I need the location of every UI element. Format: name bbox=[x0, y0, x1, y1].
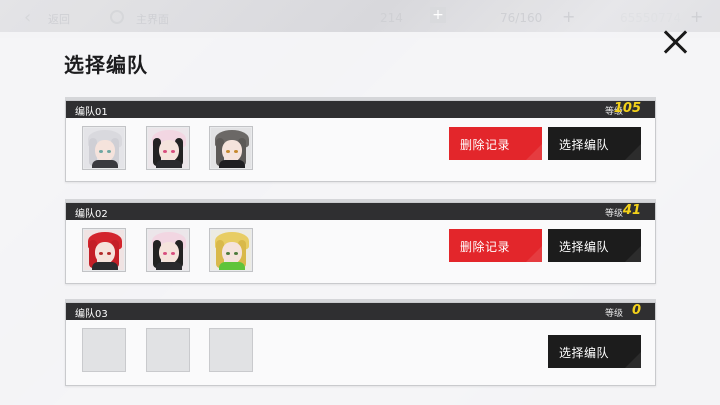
level-label: 等级 bbox=[604, 309, 623, 319]
delete-record-button[interactable]: 删除记录 bbox=[449, 229, 542, 262]
team-level: 0 bbox=[631, 303, 641, 318]
team-card-02: 编队02 等级 41 删除记录 选择编队 bbox=[65, 199, 656, 284]
button-label: 选择编队 bbox=[559, 138, 610, 152]
plus-icon[interactable]: + bbox=[690, 7, 703, 26]
select-team-button[interactable]: 选择编队 bbox=[548, 127, 641, 160]
circle-home-icon[interactable] bbox=[110, 10, 124, 24]
team-header: 编队03 等级 0 bbox=[66, 303, 655, 320]
plus-icon[interactable]: + bbox=[430, 7, 446, 23]
member-slot-2[interactable] bbox=[146, 126, 190, 170]
team-name: 编队02 bbox=[75, 209, 108, 220]
character-portrait bbox=[148, 128, 188, 168]
team-level: 41 bbox=[622, 203, 641, 218]
home-button[interactable]: 主界面 bbox=[136, 11, 169, 27]
back-button[interactable]: 返回 bbox=[48, 11, 70, 27]
character-portrait bbox=[84, 128, 124, 168]
dialog-title: 选择编队 bbox=[64, 53, 148, 77]
resource-counter-1: 214 bbox=[380, 11, 403, 25]
character-portrait bbox=[211, 230, 251, 270]
character-portrait bbox=[211, 128, 251, 168]
team-name: 编队03 bbox=[75, 309, 108, 320]
member-slot-1[interactable] bbox=[82, 228, 126, 272]
member-slot-1[interactable] bbox=[82, 126, 126, 170]
select-team-button[interactable]: 选择编队 bbox=[548, 335, 641, 368]
team-header: 编队02 等级 41 bbox=[66, 203, 655, 220]
team-header: 编队01 等级 105 bbox=[66, 101, 655, 118]
button-label: 选择编队 bbox=[559, 346, 610, 360]
character-portrait bbox=[148, 230, 188, 270]
team-card-01: 编队01 等级 105 删除记录 选择编队 bbox=[65, 97, 656, 182]
team-level: 105 bbox=[613, 101, 641, 116]
team-card-03: 编队03 等级 0 选择编队 bbox=[65, 299, 656, 386]
button-label: 删除记录 bbox=[460, 138, 511, 152]
member-slot-2[interactable] bbox=[146, 228, 190, 272]
coin-counter: 65550774 bbox=[620, 11, 682, 25]
level-label: 等级 bbox=[604, 209, 623, 219]
character-portrait bbox=[84, 230, 124, 270]
button-label: 选择编队 bbox=[559, 240, 610, 254]
team-name: 编队01 bbox=[75, 107, 108, 118]
resource-counter-2: 76/160 bbox=[500, 11, 543, 25]
team-select-dialog: 选择编队 编队01 等级 105 删除记录 选择编队 编队02 等级 41 删除… bbox=[0, 32, 720, 405]
empty-member-slot-1[interactable] bbox=[82, 328, 126, 372]
member-slot-3[interactable] bbox=[209, 228, 253, 272]
empty-member-slot-2[interactable] bbox=[146, 328, 190, 372]
empty-member-slot-3[interactable] bbox=[209, 328, 253, 372]
member-slot-3[interactable] bbox=[209, 126, 253, 170]
delete-record-button[interactable]: 删除记录 bbox=[449, 127, 542, 160]
select-team-button[interactable]: 选择编队 bbox=[548, 229, 641, 262]
close-icon[interactable] bbox=[660, 26, 692, 58]
plus-icon[interactable]: + bbox=[562, 7, 575, 26]
button-label: 删除记录 bbox=[460, 240, 511, 254]
chevron-left-icon[interactable]: ‹ bbox=[24, 7, 31, 28]
